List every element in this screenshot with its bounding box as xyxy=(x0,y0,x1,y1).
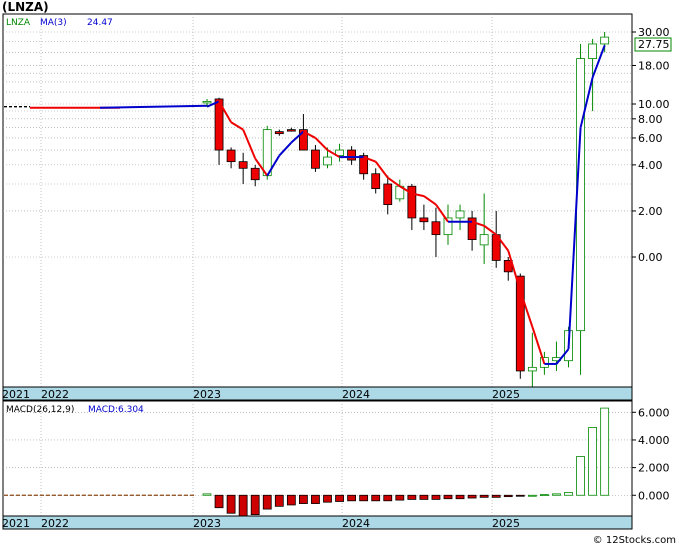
macd-bar xyxy=(298,494,308,504)
macd-value-label: MACD:6.304 xyxy=(88,405,144,415)
candle-body xyxy=(455,210,465,219)
macd-bar xyxy=(250,494,260,516)
candle-body xyxy=(262,129,272,177)
candle-body xyxy=(347,149,357,161)
y-tick-label: 8.00 xyxy=(638,113,663,126)
macd-bar xyxy=(335,494,344,502)
price-panel xyxy=(2,13,633,388)
candle-body xyxy=(383,183,393,206)
candle-body xyxy=(238,161,248,169)
macd-bar xyxy=(202,493,212,496)
macd-bar xyxy=(479,494,489,498)
x-tick-label: 2024 xyxy=(342,517,370,530)
y-tick-label: 4.00 xyxy=(638,159,663,172)
x-tick-label: 2025 xyxy=(492,517,520,530)
last-price-label: 27.75 xyxy=(638,38,670,51)
macd-bar xyxy=(443,494,453,500)
macd-bar xyxy=(455,494,465,500)
macd-bar xyxy=(552,493,561,496)
macd-x-axis-band xyxy=(2,515,633,530)
macd-bar xyxy=(419,494,429,500)
macd-bar xyxy=(503,494,513,498)
price-x-axis-band xyxy=(2,386,633,401)
ticker-label: LNZA xyxy=(6,18,31,28)
macd-bar xyxy=(274,494,284,507)
macd-bar xyxy=(431,494,441,500)
x-tick-label: 2021 xyxy=(2,517,30,530)
macd-bar xyxy=(527,494,537,497)
candle-body xyxy=(479,234,489,246)
x-tick-label: 2025 xyxy=(492,388,520,401)
macd-bar xyxy=(467,494,477,499)
candle-body xyxy=(250,167,260,181)
candle-body xyxy=(311,149,320,169)
y-tick-label: 0.00 xyxy=(638,251,663,264)
price-y-ticks: 30.0018.0010.008.006.004.002.000.00 xyxy=(632,26,670,264)
macd-y-tick-label: 4.000 xyxy=(638,434,670,447)
macd-bar xyxy=(564,492,573,496)
ma-legend-label: MA(3) xyxy=(40,18,67,28)
candle-body xyxy=(226,149,236,163)
candle-body xyxy=(371,173,381,189)
x-tick-label: 2023 xyxy=(193,388,221,401)
macd-bar xyxy=(540,494,549,496)
x-tick-label: 2021 xyxy=(2,388,30,401)
x-tick-label: 2022 xyxy=(41,388,69,401)
macd-bar xyxy=(600,407,610,496)
macd-bar xyxy=(407,494,417,500)
macd-title: MACD(26,12,9) xyxy=(6,405,74,415)
macd-bar xyxy=(214,494,224,509)
macd-bar xyxy=(262,494,272,510)
y-tick-label: 6.00 xyxy=(638,132,663,145)
candle-body xyxy=(431,221,441,236)
macd-bar xyxy=(359,494,369,502)
macd-y-tick-label: 6.000 xyxy=(638,406,670,419)
candle-body xyxy=(419,217,429,223)
macd-bar xyxy=(238,494,248,517)
y-tick-label: 10.00 xyxy=(638,98,670,111)
macd-bar xyxy=(515,494,525,497)
macd-y-tick-label: 0.000 xyxy=(638,489,670,502)
y-tick-label: 18.00 xyxy=(638,59,670,72)
candle-body xyxy=(323,156,332,166)
x-tick-label: 2023 xyxy=(193,517,221,530)
stock-chart: 30.0018.0010.008.006.004.002.000.00 27.7… xyxy=(2,13,672,530)
y-tick-label: 2.00 xyxy=(638,205,663,218)
candle-body xyxy=(527,366,537,372)
macd-y-ticks: 6.000 4.000 2.000 0.000 xyxy=(632,406,670,502)
macd-bar xyxy=(323,494,332,503)
x-tick-label: 2022 xyxy=(41,517,69,530)
candle-body xyxy=(274,131,284,135)
macd-bar xyxy=(491,494,501,498)
macd-bar xyxy=(588,427,597,496)
macd-bar xyxy=(226,494,236,514)
macd-bar xyxy=(311,494,320,504)
macd-y-tick-label: 2.000 xyxy=(638,462,670,475)
candle-body xyxy=(202,101,212,104)
candle-body xyxy=(588,43,597,59)
x-tick-label: 2024 xyxy=(342,388,370,401)
macd-bar xyxy=(286,494,296,506)
macd-bar xyxy=(395,494,405,501)
macd-bar xyxy=(371,494,381,502)
candle-body xyxy=(600,36,610,45)
macd-bar xyxy=(347,494,357,502)
ma-legend-value: 24.47 xyxy=(87,18,113,28)
candle-body xyxy=(286,129,296,132)
macd-bar xyxy=(383,494,393,502)
macd-bar xyxy=(576,456,585,496)
